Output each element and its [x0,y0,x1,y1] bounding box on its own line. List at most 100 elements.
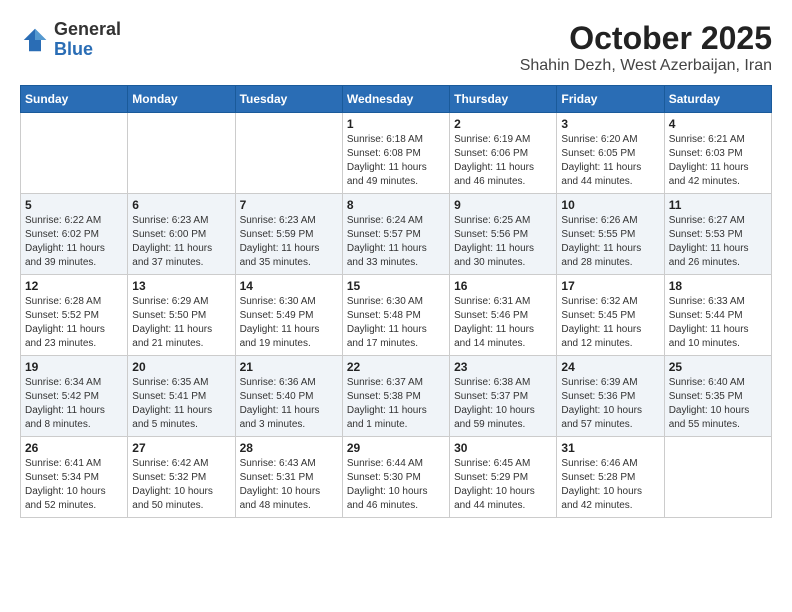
table-row: 13 Sunrise: 6:29 AM Sunset: 5:50 PM Dayli… [128,275,235,356]
day-info: Sunrise: 6:45 AM Sunset: 5:29 PM Dayligh… [454,457,552,513]
weekday-header-saturday: Saturday [664,86,771,113]
day-info: Sunrise: 6:38 AM Sunset: 5:37 PM Dayligh… [454,376,552,432]
table-row [128,113,235,194]
table-row: 22 Sunrise: 6:37 AM Sunset: 5:38 PM Dayli… [342,356,449,437]
table-row: 6Sunrise: 6:23 AM Sunset: 6:00 PM Daylig… [128,194,235,275]
calendar-header: SundayMondayTuesdayWednesdayThursdayFrid… [21,86,772,113]
day-number: 28 [240,441,338,455]
weekday-header-sunday: Sunday [21,86,128,113]
page-header: General Blue October 2025 Shahin Dezh, W… [20,20,772,75]
table-row: 2 Sunrise: 6:19 AM Sunset: 6:06 PM Daylig… [450,113,557,194]
title-block: October 2025 Shahin Dezh, West Azerbaija… [520,20,772,75]
weekday-header-row: SundayMondayTuesdayWednesdayThursdayFrid… [21,86,772,113]
day-info: Sunrise: 6:41 AM Sunset: 5:34 PM Dayligh… [25,457,123,513]
table-row: 16Sunrise: 6:31 AM Sunset: 5:46 PM Dayli… [450,275,557,356]
table-row: 15Sunrise: 6:30 AM Sunset: 5:48 PM Dayli… [342,275,449,356]
day-info: Sunrise: 6:30 AM Sunset: 5:48 PM Dayligh… [347,295,445,351]
weekday-header-friday: Friday [557,86,664,113]
day-info: Sunrise: 6:25 AM Sunset: 5:56 PM Dayligh… [454,214,552,270]
day-info: Sunrise: 6:29 AM Sunset: 5:50 PM Dayligh… [132,295,230,351]
day-number: 25 [669,360,767,374]
day-info: Sunrise: 6:34 AM Sunset: 5:42 PM Dayligh… [25,376,123,432]
day-number: 4 [669,117,767,131]
logo-icon [20,25,50,55]
day-number: 24 [561,360,659,374]
calendar-week-1: 1 Sunrise: 6:18 AM Sunset: 6:08 PM Daylig… [21,113,772,194]
table-row: 8 Sunrise: 6:24 AM Sunset: 5:57 PM Daylig… [342,194,449,275]
day-number: 17 [561,279,659,293]
calendar-subtitle: Shahin Dezh, West Azerbaijan, Iran [520,57,772,75]
day-number: 16 [454,279,552,293]
day-number: 26 [25,441,123,455]
table-row [235,113,342,194]
table-row: 19 Sunrise: 6:34 AM Sunset: 5:42 PM Dayli… [21,356,128,437]
day-number: 22 [347,360,445,374]
logo: General Blue [20,20,121,60]
weekday-header-monday: Monday [128,86,235,113]
table-row [21,113,128,194]
day-info: Sunrise: 6:30 AM Sunset: 5:49 PM Dayligh… [240,295,338,351]
day-number: 9 [454,198,552,212]
table-row: 9 Sunrise: 6:25 AM Sunset: 5:56 PM Daylig… [450,194,557,275]
day-info: Sunrise: 6:21 AM Sunset: 6:03 PM Dayligh… [669,133,767,189]
table-row: 4 Sunrise: 6:21 AM Sunset: 6:03 PM Daylig… [664,113,771,194]
table-row: 20Sunrise: 6:35 AM Sunset: 5:41 PM Dayli… [128,356,235,437]
calendar-week-5: 26 Sunrise: 6:41 AM Sunset: 5:34 PM Dayli… [21,437,772,518]
day-number: 31 [561,441,659,455]
day-info: Sunrise: 6:46 AM Sunset: 5:28 PM Dayligh… [561,457,659,513]
day-info: Sunrise: 6:42 AM Sunset: 5:32 PM Dayligh… [132,457,230,513]
table-row: 18 Sunrise: 6:33 AM Sunset: 5:44 PM Dayli… [664,275,771,356]
table-row: 10 Sunrise: 6:26 AM Sunset: 5:55 PM Dayli… [557,194,664,275]
day-info: Sunrise: 6:44 AM Sunset: 5:30 PM Dayligh… [347,457,445,513]
day-number: 19 [25,360,123,374]
table-row: 30 Sunrise: 6:45 AM Sunset: 5:29 PM Dayli… [450,437,557,518]
weekday-header-thursday: Thursday [450,86,557,113]
day-info: Sunrise: 6:40 AM Sunset: 5:35 PM Dayligh… [669,376,767,432]
day-number: 30 [454,441,552,455]
day-number: 8 [347,198,445,212]
day-info: Sunrise: 6:18 AM Sunset: 6:08 PM Dayligh… [347,133,445,189]
day-number: 1 [347,117,445,131]
day-info: Sunrise: 6:43 AM Sunset: 5:31 PM Dayligh… [240,457,338,513]
day-info: Sunrise: 6:39 AM Sunset: 5:36 PM Dayligh… [561,376,659,432]
table-row: 7Sunrise: 6:23 AM Sunset: 5:59 PM Daylig… [235,194,342,275]
table-row: 23 Sunrise: 6:38 AM Sunset: 5:37 PM Dayli… [450,356,557,437]
day-info: Sunrise: 6:26 AM Sunset: 5:55 PM Dayligh… [561,214,659,270]
day-number: 21 [240,360,338,374]
day-number: 3 [561,117,659,131]
logo-blue: Blue [54,40,121,60]
day-info: Sunrise: 6:37 AM Sunset: 5:38 PM Dayligh… [347,376,445,432]
day-number: 27 [132,441,230,455]
day-info: Sunrise: 6:35 AM Sunset: 5:41 PM Dayligh… [132,376,230,432]
day-info: Sunrise: 6:24 AM Sunset: 5:57 PM Dayligh… [347,214,445,270]
day-info: Sunrise: 6:32 AM Sunset: 5:45 PM Dayligh… [561,295,659,351]
table-row: 21Sunrise: 6:36 AM Sunset: 5:40 PM Dayli… [235,356,342,437]
table-row: 1 Sunrise: 6:18 AM Sunset: 6:08 PM Daylig… [342,113,449,194]
weekday-header-tuesday: Tuesday [235,86,342,113]
table-row: 29Sunrise: 6:44 AM Sunset: 5:30 PM Dayli… [342,437,449,518]
calendar-week-2: 5 Sunrise: 6:22 AM Sunset: 6:02 PM Daylig… [21,194,772,275]
table-row: 28 Sunrise: 6:43 AM Sunset: 5:31 PM Dayli… [235,437,342,518]
day-info: Sunrise: 6:20 AM Sunset: 6:05 PM Dayligh… [561,133,659,189]
day-number: 18 [669,279,767,293]
day-info: Sunrise: 6:19 AM Sunset: 6:06 PM Dayligh… [454,133,552,189]
calendar-title: October 2025 [520,20,772,57]
day-info: Sunrise: 6:22 AM Sunset: 6:02 PM Dayligh… [25,214,123,270]
day-number: 14 [240,279,338,293]
day-number: 13 [132,279,230,293]
day-number: 11 [669,198,767,212]
day-info: Sunrise: 6:23 AM Sunset: 5:59 PM Dayligh… [240,214,338,270]
calendar-week-4: 19 Sunrise: 6:34 AM Sunset: 5:42 PM Dayli… [21,356,772,437]
calendar-table: SundayMondayTuesdayWednesdayThursdayFrid… [20,85,772,518]
day-number: 5 [25,198,123,212]
day-number: 23 [454,360,552,374]
table-row: 27 Sunrise: 6:42 AM Sunset: 5:32 PM Dayli… [128,437,235,518]
day-info: Sunrise: 6:33 AM Sunset: 5:44 PM Dayligh… [669,295,767,351]
day-number: 2 [454,117,552,131]
day-number: 10 [561,198,659,212]
day-info: Sunrise: 6:27 AM Sunset: 5:53 PM Dayligh… [669,214,767,270]
calendar-body: 1 Sunrise: 6:18 AM Sunset: 6:08 PM Daylig… [21,113,772,518]
table-row [664,437,771,518]
table-row: 12Sunrise: 6:28 AM Sunset: 5:52 PM Dayli… [21,275,128,356]
calendar-week-3: 12Sunrise: 6:28 AM Sunset: 5:52 PM Dayli… [21,275,772,356]
